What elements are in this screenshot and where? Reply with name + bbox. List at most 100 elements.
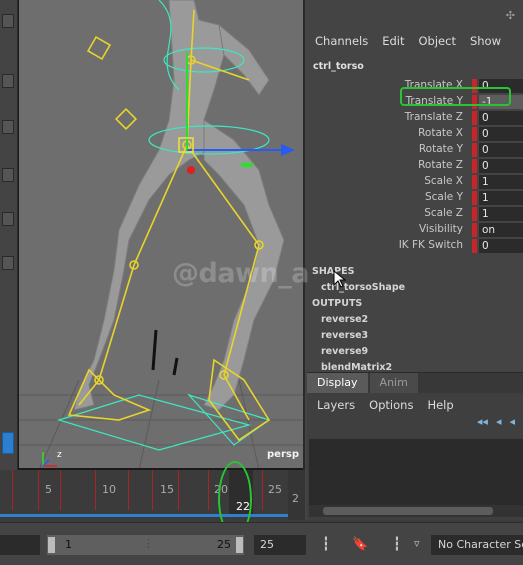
axis-orient-icon[interactable]: ✣ <box>506 9 515 22</box>
playback-range-line <box>0 514 288 517</box>
keyed-indicator <box>472 175 477 189</box>
time-slider[interactable]: 5 10 15 20 25 22 <box>0 470 288 520</box>
range-end-handle[interactable] <box>236 537 243 553</box>
attr-value[interactable]: 0 <box>479 143 523 157</box>
tool-button[interactable] <box>2 212 14 226</box>
keyed-indicator <box>472 143 477 157</box>
animation-end-field[interactable]: 25 <box>254 535 306 555</box>
range-start-value: 1 <box>65 538 72 551</box>
bookmark-add-icon[interactable]: 🔖 <box>352 537 368 552</box>
move-layer-down-icon[interactable]: ◂ <box>496 415 502 428</box>
attr-value[interactable]: 1 <box>479 207 523 221</box>
attr-value[interactable]: 0 <box>479 127 523 141</box>
frame-label: 20 <box>214 483 228 496</box>
keyed-indicator <box>472 223 477 237</box>
chevron-down-icon[interactable]: ▿ <box>414 537 420 550</box>
menu-object[interactable]: Object <box>419 34 456 48</box>
attr-label: Visibility <box>418 223 463 235</box>
keyed-indicator <box>472 159 477 173</box>
menu-channels[interactable]: Channels <box>315 34 368 48</box>
attr-ik-fk-switch[interactable]: IK FK Switch 0 <box>305 238 523 254</box>
attr-value[interactable]: on <box>479 223 523 237</box>
attr-scale-y[interactable]: Scale Y 1 <box>305 190 523 206</box>
menu-help[interactable]: Help <box>427 398 453 412</box>
attr-label: Translate X <box>404 79 463 91</box>
time-field-value: 2 <box>292 492 299 505</box>
character-set-dropdown[interactable]: No Character Set <box>431 535 523 555</box>
range-start-handle[interactable] <box>48 537 55 553</box>
key-tick <box>12 470 13 510</box>
keyed-indicator <box>472 79 477 93</box>
key-tick <box>262 470 263 510</box>
current-frame-number: 22 <box>236 500 250 513</box>
attr-value[interactable]: 0 <box>479 239 523 253</box>
channel-box-menu: Channels Edit Object Show <box>305 26 523 56</box>
key-tick <box>208 470 209 510</box>
tool-button[interactable] <box>2 120 14 134</box>
separator-handle-icon: ┇ <box>393 537 401 552</box>
tool-button[interactable] <box>2 74 14 88</box>
attr-value[interactable]: 0 <box>479 159 523 173</box>
scene-props <box>151 329 179 376</box>
range-end-value: 25 <box>217 538 231 551</box>
menu-options[interactable]: Options <box>369 398 413 412</box>
tab-display[interactable]: Display <box>307 373 368 393</box>
attr-label: Translate Y <box>405 95 463 107</box>
key-tick <box>60 470 61 510</box>
attr-value[interactable]: 0 <box>479 79 523 93</box>
layout-button[interactable] <box>2 432 14 454</box>
range-slider[interactable]: 1 ⋮ 25 <box>47 535 244 555</box>
key-tick <box>178 470 179 510</box>
new-layer-icon[interactable]: ◂ <box>509 415 515 428</box>
animation-start-field[interactable] <box>0 535 40 555</box>
attr-scale-x[interactable]: Scale X 1 <box>305 174 523 190</box>
output-node[interactable]: reverse3 <box>305 328 523 344</box>
attr-value[interactable]: 1 <box>479 175 523 189</box>
attr-value[interactable]: 1 <box>479 191 523 205</box>
viewport-perspective[interactable]: z persp <box>18 0 303 470</box>
tab-anim[interactable]: Anim <box>369 373 418 393</box>
time-field[interactable]: 2 <box>288 470 305 520</box>
attr-scale-z[interactable]: Scale Z 1 <box>305 206 523 222</box>
node-name[interactable]: ctrl_torso <box>305 56 523 78</box>
menu-layers[interactable]: Layers <box>317 398 355 412</box>
move-layer-up-icon[interactable]: ◂◂ <box>477 415 488 428</box>
layer-scrollbar[interactable] <box>309 505 523 517</box>
keyed-indicator <box>472 207 477 221</box>
frame-label: 15 <box>160 483 174 496</box>
tool-strip <box>0 0 18 470</box>
keyed-indicator <box>472 191 477 205</box>
attr-translate-x[interactable]: Translate X 0 <box>305 78 523 94</box>
key-tick <box>95 470 96 510</box>
tool-button[interactable] <box>2 14 14 28</box>
layer-tabs: Display Anim <box>307 373 523 393</box>
keyed-indicator <box>472 127 477 141</box>
menu-edit[interactable]: Edit <box>382 34 404 48</box>
output-node[interactable]: reverse9 <box>305 344 523 360</box>
layer-menu: Layers Options Help <box>307 393 523 417</box>
attr-label: Scale Y <box>424 191 463 203</box>
attr-value[interactable]: -1 <box>479 95 523 109</box>
attr-visibility[interactable]: Visibility on <box>305 222 523 238</box>
attr-label: Rotate X <box>418 127 463 139</box>
layer-list[interactable] <box>309 439 523 505</box>
attr-rotate-x[interactable]: Rotate X 0 <box>305 126 523 142</box>
tool-button[interactable] <box>2 256 14 270</box>
output-node[interactable]: reverse2 <box>305 312 523 328</box>
keyed-indicator <box>472 111 477 125</box>
camera-label: persp <box>267 449 299 460</box>
attr-value[interactable]: 0 <box>479 111 523 125</box>
attribute-list: Translate X 0 Translate Y -1 Translate Z… <box>305 78 523 254</box>
attr-label: Rotate Z <box>418 159 463 171</box>
key-tick <box>38 470 39 510</box>
key-tick <box>128 470 129 510</box>
range-grip-icon: ⋮ <box>143 537 154 550</box>
attr-translate-z[interactable]: Translate Z 0 <box>305 110 523 126</box>
menu-show[interactable]: Show <box>470 34 501 48</box>
tool-button[interactable] <box>2 168 14 182</box>
attr-rotate-y[interactable]: Rotate Y 0 <box>305 142 523 158</box>
scrollbar-thumb[interactable] <box>323 507 493 515</box>
attr-translate-y[interactable]: Translate Y -1 <box>305 94 523 110</box>
character-body <box>73 0 285 411</box>
attr-rotate-z[interactable]: Rotate Z 0 <box>305 158 523 174</box>
